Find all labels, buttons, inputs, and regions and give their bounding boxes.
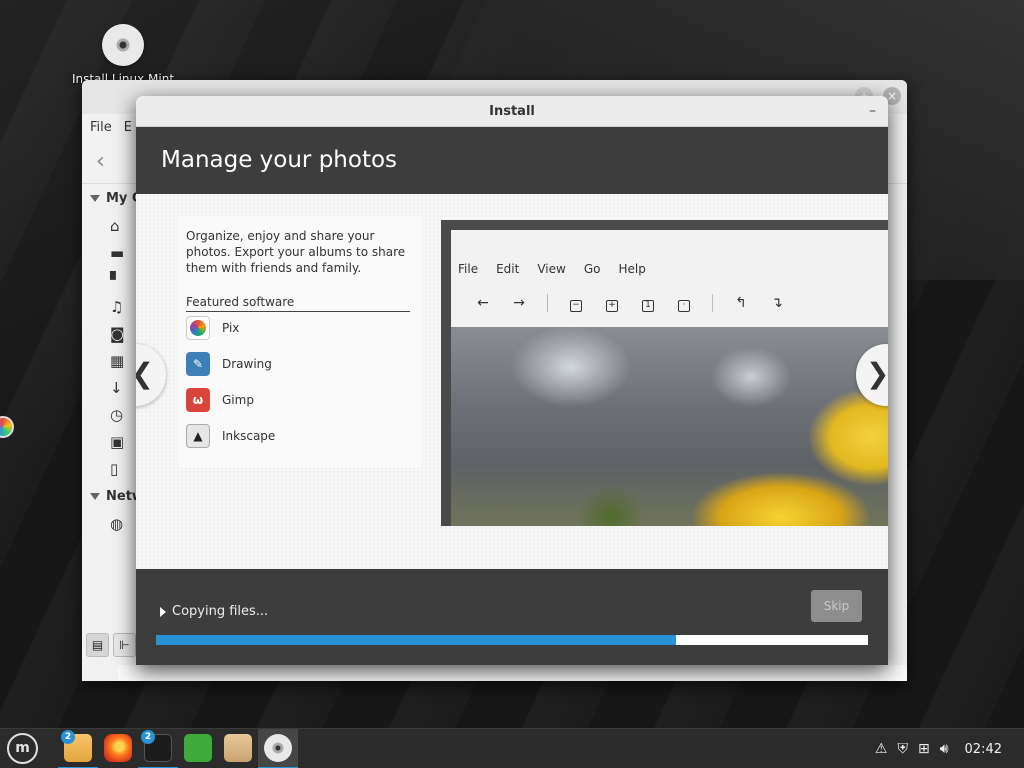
drawing-icon: ✎ [186,352,210,376]
rotate-right-icon: ↴ [771,295,783,311]
taskbar-firefox[interactable] [98,729,138,768]
firefox-icon [104,734,132,762]
app-gimp: ω Gimp [186,388,254,412]
mint-menu-icon[interactable]: m [7,733,38,764]
screenshot-menubar: File Edit View Go Help [458,262,646,276]
app-name: Inkscape [222,429,276,443]
files-badge: 2 [61,730,75,744]
previous-slide-button[interactable]: ❮ [136,344,166,406]
terminal-badge: 2 [141,730,155,744]
installer-window: Install – Manage your photos Organize, e… [136,96,888,665]
screenshot-toolbar: ← → − + 1 · ↰ ↴ [465,294,795,312]
featured-heading: Featured software [186,295,410,312]
screenshot-menu-view: View [537,262,566,276]
screenshot-menu-edit: Edit [496,262,520,276]
app-name: Gimp [222,393,254,407]
sidebar-section-network[interactable]: Netw [82,482,144,510]
toolbar-separator [712,294,713,312]
menu-edit[interactable]: E [124,120,132,135]
security-shield-icon[interactable]: ⛨ [897,741,908,757]
network-icon[interactable]: ⊞ [918,741,930,757]
trash-icon[interactable]: ▯ [82,455,136,482]
system-tray: ⚠ ⛨ ⊞ 🔊︎ 02:42 [875,729,1024,768]
rotate-left-icon: ↰ [735,295,747,311]
expander-triangle-icon [160,606,166,617]
menu-file[interactable]: File [90,120,112,135]
file-system-icon[interactable]: ▣ [82,428,136,455]
taskbar-installer[interactable] [258,729,298,768]
app-drawing: ✎ Drawing [186,352,272,376]
window-title: Install [489,104,535,119]
app-screenshot: File Edit View Go Help ← → − + 1 · ↰ ↴ [441,220,888,526]
inkscape-icon: ▲ [186,424,210,448]
status-text: Copying files... [172,604,269,619]
notification-icon[interactable]: ⚠ [875,741,888,757]
screenshot-menu-go: Go [583,262,601,276]
pictures-icon[interactable]: ◙ [82,320,136,347]
expand-triangle-icon [90,492,100,500]
file-manager-bottom-bar: ▤ ⊩ [82,633,136,661]
app-pix: Pix [186,316,239,340]
zoom-in-icon: + [594,295,630,312]
app-inkscape: ▲ Inkscape [186,424,275,448]
places-view-button[interactable]: ▤ [86,633,109,657]
slideshow-area: Organize, enjoy and share your photos. E… [136,194,888,569]
installer-footer: Copying files... Skip [136,569,888,665]
recent-icon[interactable]: ◷ [82,401,136,428]
desktop: Install Linux Mint + × File E ‹ My C ⌂ ▬… [0,0,1024,728]
music-icon[interactable]: ♫ [82,293,136,320]
back-arrow-icon[interactable]: ‹ [96,149,105,174]
color-disc-icon[interactable] [0,416,14,438]
status-expander[interactable]: Copying files... [160,604,268,619]
lily-photo [451,327,888,526]
package-icon [224,734,252,762]
back-arrow-icon: ← [477,295,489,311]
clock[interactable]: 02:42 [965,742,1002,757]
desktop-folder-icon[interactable]: ▬ [82,239,136,266]
install-progress-bar [156,635,868,645]
screenshot-menu-file: File [458,262,479,276]
taskbar-update-manager[interactable] [178,729,218,768]
app-name: Drawing [222,357,272,371]
slide-title: Manage your photos [136,127,888,194]
sidebar-section-my-computer[interactable]: My C [82,184,141,212]
taskbar-terminal[interactable]: 2 [138,729,178,768]
home-icon[interactable]: ⌂ [82,212,136,239]
downloads-icon[interactable]: ↓ [82,374,136,401]
pix-icon [186,316,210,340]
documents-icon[interactable]: ▘ [82,266,136,293]
taskbar-files[interactable]: 2 [58,729,98,768]
gimp-icon: ω [186,388,210,412]
expand-triangle-icon [90,194,100,202]
disc-icon [264,734,292,762]
minimize-icon[interactable]: – [869,96,876,127]
zoom-normal-icon: 1 [630,295,666,312]
desktop-install-icon[interactable]: Install Linux Mint [68,24,178,86]
zoom-out-icon: − [558,295,594,312]
shield-icon [184,734,212,762]
videos-icon[interactable]: ▦ [82,347,136,374]
slide-info-card: Organize, enjoy and share your photos. E… [178,216,422,468]
disc-icon [102,24,144,66]
taskbar: m 2 2 ⚠ ⛨ ⊞ 🔊︎ 02:42 [0,728,1024,768]
tree-view-button[interactable]: ⊩ [113,633,136,657]
screenshot-window: File Edit View Go Help ← → − + 1 · ↰ ↴ [451,230,888,526]
file-manager-statusbar [118,665,907,681]
screenshot-menu-help: Help [618,262,646,276]
app-name: Pix [222,321,240,335]
forward-arrow-icon: → [513,295,525,311]
zoom-fit-icon: · [666,295,702,312]
toolbar-separator [547,294,548,312]
network-icon[interactable]: ◍ [82,510,136,537]
progress-fill [156,635,676,645]
taskbar-archive[interactable] [218,729,258,768]
skip-button[interactable]: Skip [811,590,862,622]
installer-titlebar[interactable]: Install – [136,96,888,127]
file-manager-sidebar: My C ⌂ ▬ ▘ ♫ ◙ ▦ ↓ ◷ ▣ ▯ Netw ◍ [82,184,144,681]
volume-icon[interactable]: 🔊︎ [940,741,949,757]
slide-description: Organize, enjoy and share your photos. E… [186,229,406,275]
